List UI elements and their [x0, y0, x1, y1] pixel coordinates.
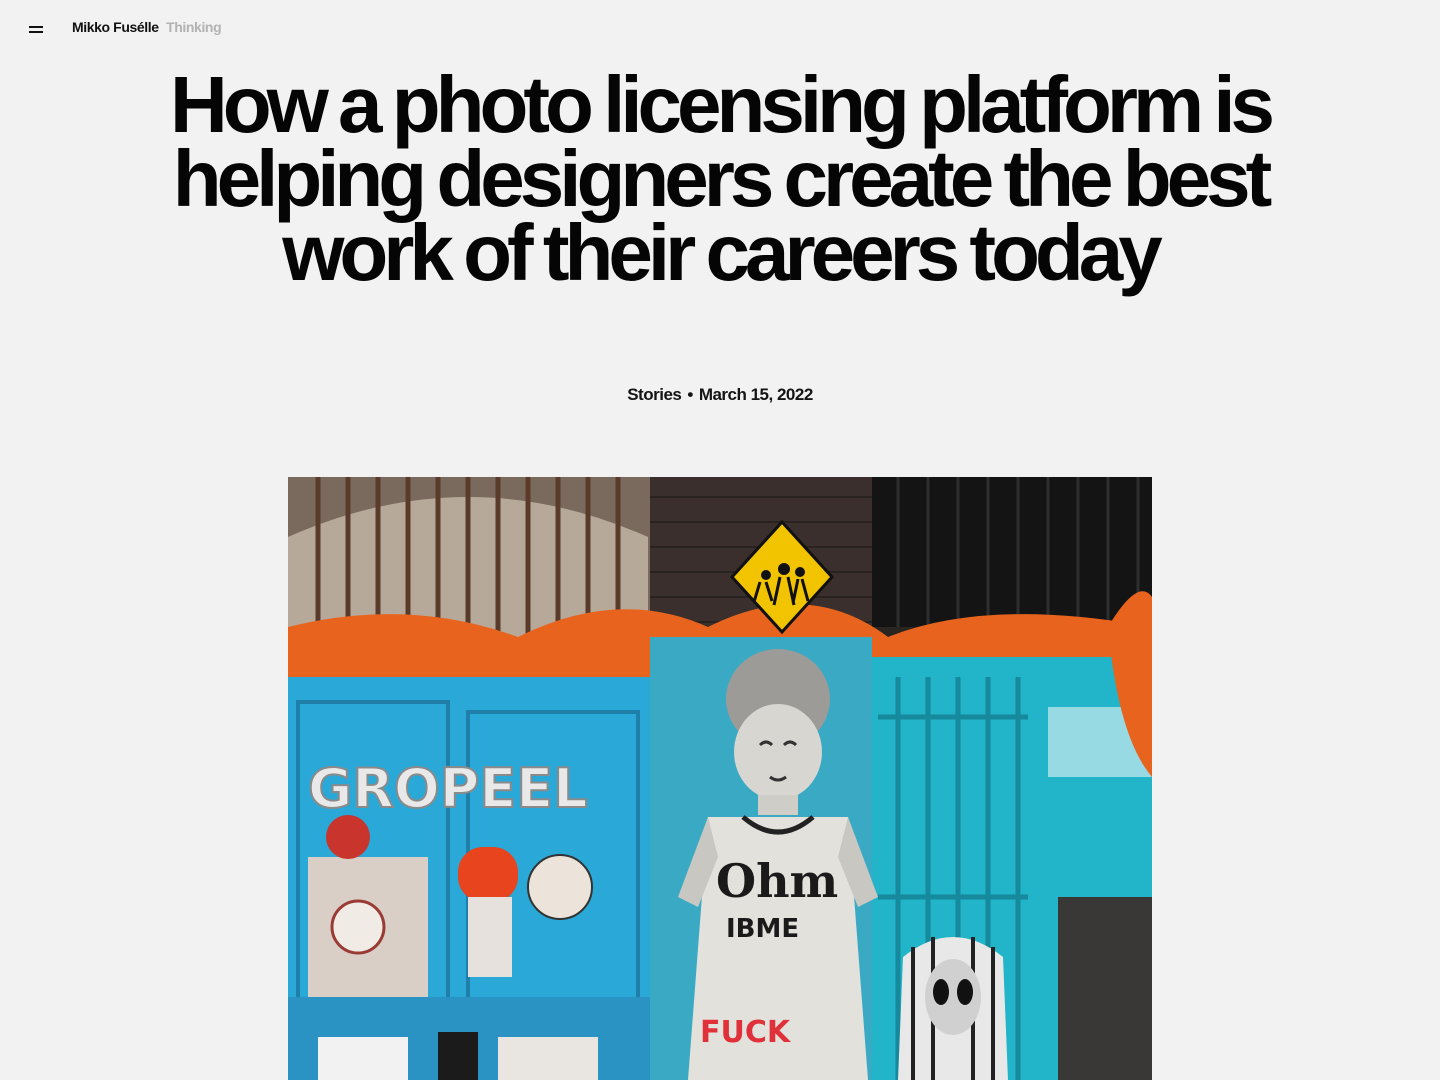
article-title: How a photo licensing platform is helpin…	[169, 60, 1275, 297]
graffiti-tag: GROPEEL	[308, 757, 588, 820]
publish-date: March 15, 2022	[698, 385, 813, 404]
hamburger-menu-icon[interactable]	[27, 22, 45, 36]
street-art-photo: GROPEEL Ohm IBME FUCK	[288, 477, 1152, 1080]
shirt-text-ohm: Ohm	[716, 854, 838, 908]
shirt-text-red: FUCK	[700, 1015, 792, 1050]
pharaoh-figure	[898, 937, 1008, 1080]
top-bar: Mikko Fusélle Thinking	[0, 0, 1440, 58]
section-label: Thinking	[166, 19, 222, 35]
hero-image: GROPEEL Ohm IBME FUCK	[288, 477, 1152, 1080]
brand: Mikko Fusélle Thinking	[72, 19, 222, 35]
article-meta: Stories • March 15, 2022	[0, 385, 1440, 405]
category-link[interactable]: Stories	[627, 385, 682, 404]
site-name-link[interactable]: Mikko Fusélle	[72, 19, 159, 35]
meta-separator: •	[687, 385, 693, 404]
shirt-text-ibme: IBME	[726, 914, 799, 944]
